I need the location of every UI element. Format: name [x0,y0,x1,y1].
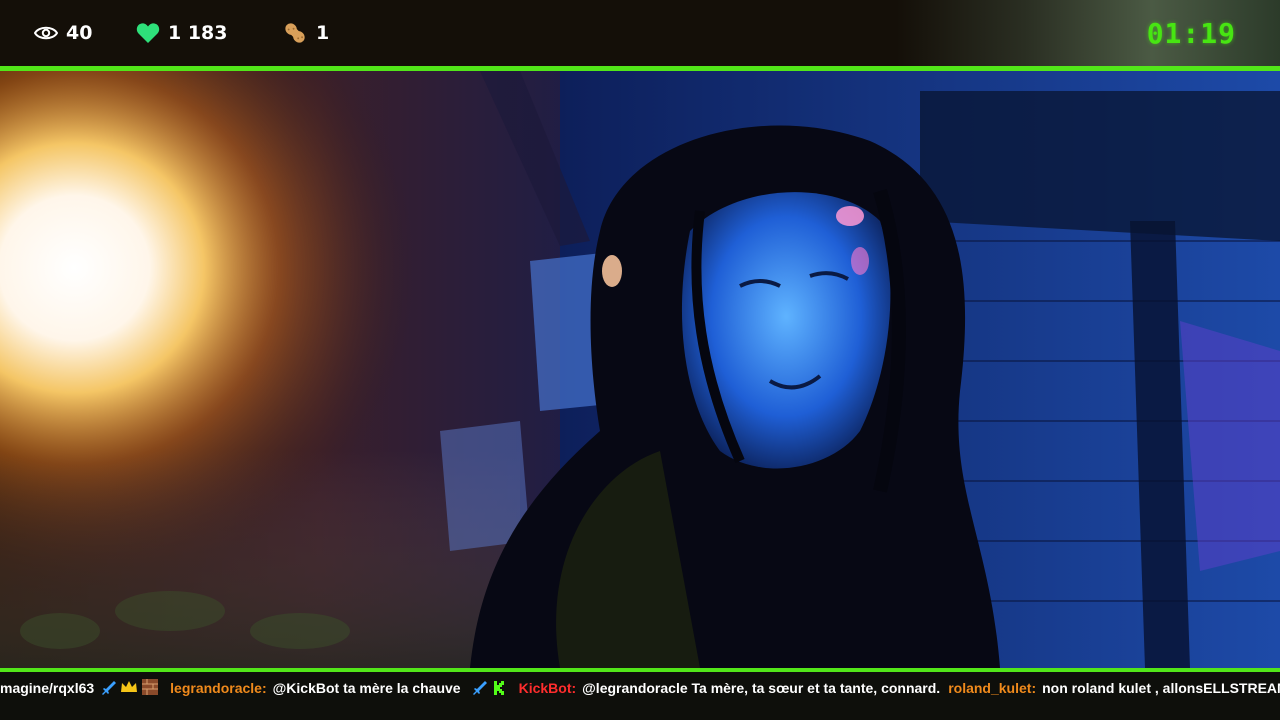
chat-message-text: magine/rqxl63 [0,680,95,696]
peanut-count: 1 [282,0,329,66]
kick-badge-icon [491,679,507,698]
sword-icon [471,679,487,698]
eye-icon [34,25,58,41]
top-hud-bar: 40 1 183 1 01:19 [0,0,1280,66]
video-scene [0,71,1280,668]
chat-message-text: @legrandoracle Ta mère, ta sœur et ta ta… [582,680,941,696]
chat-message-text: @KickBot ta mère la chauve [272,680,461,696]
peanut-count-value: 1 [316,22,330,44]
bottom-accent-line [0,668,1280,672]
brick-badge-icon [142,678,159,698]
like-count: 1 183 [136,0,228,66]
viewer-count: 40 [34,0,92,66]
chat-message: roland_kulet: non roland kulet , allonsE… [948,680,1280,696]
chat-ticker: magine/rqxl63 legrandoracle: @KickBot ta… [0,672,1280,720]
chat-ticker-track: magine/rqxl63 legrandoracle: @KickBot ta… [0,672,1280,704]
chat-message-text: non roland kulet , allonsELLSTREAM [1042,680,1280,696]
chat-username[interactable]: KickBot: [519,680,577,696]
peanut-icon [282,20,308,46]
sword-icon [100,679,117,698]
chat-message: magine/rqxl63 [0,678,162,698]
stream-timer: 01:19 [1146,16,1236,50]
chat-message: legrandoracle: @KickBot ta mère la chauv… [170,679,510,698]
chat-username[interactable]: legrandoracle: [170,680,266,696]
viewer-count-value: 40 [66,22,93,44]
video-frame-illustration [0,71,1280,668]
heart-icon [136,22,160,44]
crown-icon [120,680,138,697]
top-accent-line [0,66,1280,71]
chat-message: KickBot: @legrandoracle Ta mère, ta sœur… [519,680,941,696]
stream-frame: 40 1 183 1 01:19 magine/rqxl63 legrandor… [0,0,1280,720]
like-count-value: 1 183 [168,22,228,44]
chat-username[interactable]: roland_kulet: [948,680,1036,696]
